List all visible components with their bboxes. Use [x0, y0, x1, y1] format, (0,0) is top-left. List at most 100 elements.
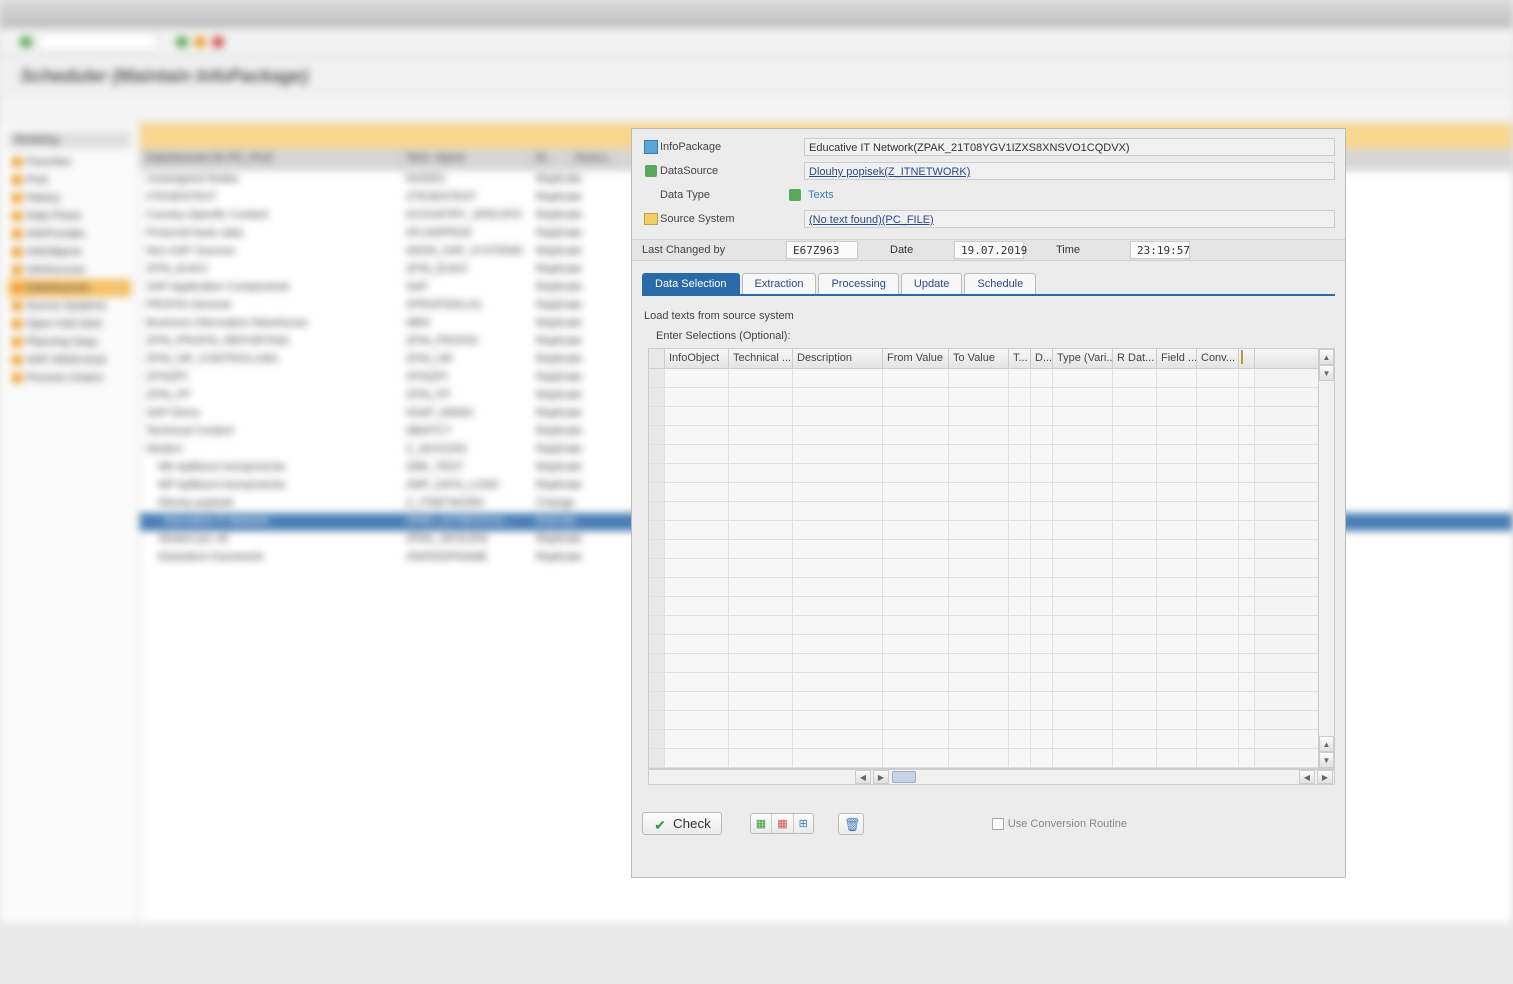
- table-row[interactable]: [649, 521, 1318, 540]
- check-button[interactable]: ✔ Check: [642, 812, 722, 835]
- icon-group-1: ▦ ▦ ⊞: [750, 813, 814, 834]
- col-infoobject[interactable]: InfoObject: [665, 349, 729, 368]
- tab-data-selection[interactable]: Data Selection: [642, 273, 740, 294]
- tabs: Data Selection Extraction Processing Upd…: [642, 273, 1335, 296]
- infopackage-icon: [644, 140, 658, 154]
- hscroll-left-icon[interactable]: ◀: [855, 770, 871, 784]
- table-row[interactable]: [649, 578, 1318, 597]
- table-row[interactable]: [649, 464, 1318, 483]
- row-sourcesystem: Source System (No text found)(PC_FILE): [642, 209, 1335, 229]
- scroll-down2-icon[interactable]: ▼: [1319, 752, 1334, 768]
- trash-icon: 🗑: [844, 817, 858, 831]
- table-row[interactable]: [649, 388, 1318, 407]
- hscroll-right-icon[interactable]: ▶: [873, 770, 889, 784]
- datatype-value: Texts: [804, 189, 834, 201]
- col-rdat[interactable]: R Dat...: [1113, 349, 1157, 368]
- date-label: Date: [884, 244, 928, 256]
- datasource-label: DataSource: [660, 165, 786, 177]
- bottom-toolbar: ✔ Check ▦ ▦ ⊞ 🗑 Use Conversion Routine: [642, 812, 1335, 835]
- table-row[interactable]: [649, 369, 1318, 388]
- col-technical[interactable]: Technical ...: [729, 349, 793, 368]
- table-row[interactable]: [649, 559, 1318, 578]
- tab-processing[interactable]: Processing: [818, 273, 898, 294]
- time-value: 23:19:57: [1130, 241, 1190, 259]
- tab-extraction[interactable]: Extraction: [742, 273, 817, 294]
- scroll-up-icon[interactable]: ▲: [1319, 349, 1334, 365]
- table-row[interactable]: [649, 654, 1318, 673]
- table-row[interactable]: [649, 597, 1318, 616]
- row-changedby: Last Changed by E67Z963 Date 19.07.2019 …: [632, 239, 1345, 261]
- col-d[interactable]: D...: [1031, 349, 1053, 368]
- table-row[interactable]: [649, 540, 1318, 559]
- horizontal-scrollbar[interactable]: ◀ ▶ ◀ ▶: [648, 769, 1335, 785]
- col-fromvalue[interactable]: From Value: [883, 349, 949, 368]
- sourcesystem-label: Source System: [660, 213, 786, 225]
- table-row[interactable]: [649, 407, 1318, 426]
- row-datasource: DataSource Dlouhy popisek(Z_ITNETWORK): [642, 161, 1335, 181]
- infopackage-label: InfoPackage: [660, 141, 786, 153]
- preview-icon: ▦: [756, 818, 766, 830]
- col-tovalue[interactable]: To Value: [949, 349, 1009, 368]
- vertical-scrollbar[interactable]: ▲ ▼ ▲ ▼: [1318, 349, 1334, 768]
- check-label: Check: [673, 816, 711, 831]
- table-row[interactable]: [649, 445, 1318, 464]
- grid-header: InfoObject Technical ... Description Fro…: [649, 349, 1318, 369]
- datasource-value[interactable]: Dlouhy popisek(Z_ITNETWORK): [804, 162, 1335, 180]
- tab-content: Load texts from source system Enter Sele…: [642, 306, 1335, 785]
- col-type[interactable]: Type (Vari...: [1053, 349, 1113, 368]
- table-row[interactable]: [649, 483, 1318, 502]
- use-conversion-checkbox[interactable]: Use Conversion Routine: [992, 818, 1127, 830]
- sourcesystem-icon: [644, 213, 658, 225]
- table-row[interactable]: [649, 426, 1318, 445]
- col-description[interactable]: Description: [793, 349, 883, 368]
- grid-body[interactable]: [649, 369, 1318, 768]
- table-row[interactable]: [649, 502, 1318, 521]
- table-row[interactable]: [649, 673, 1318, 692]
- check-icon: ✔: [653, 817, 667, 831]
- table-row[interactable]: [649, 711, 1318, 730]
- texts-icon: [789, 189, 801, 201]
- datatype-label: Data Type: [660, 189, 786, 201]
- col-field[interactable]: Field ...: [1157, 349, 1197, 368]
- preview-button[interactable]: ▦: [751, 814, 772, 833]
- filter-button[interactable]: ▦: [772, 814, 793, 833]
- sourcesystem-value[interactable]: (No text found)(PC_FILE): [804, 210, 1335, 228]
- scroll-track[interactable]: [1319, 381, 1334, 736]
- row-datatype: Data Type Texts: [642, 185, 1335, 205]
- hscroll-left2-icon[interactable]: ◀: [1299, 770, 1315, 784]
- infopackage-panel: InfoPackage Educative IT Network(ZPAK_21…: [631, 128, 1346, 878]
- hscroll-right2-icon[interactable]: ▶: [1317, 770, 1333, 784]
- selection-grid: InfoObject Technical ... Description Fro…: [648, 348, 1335, 769]
- scroll-down-icon[interactable]: ▼: [1319, 365, 1334, 381]
- table-row[interactable]: [649, 749, 1318, 768]
- changedby-value: E67Z963: [786, 241, 858, 259]
- table-row[interactable]: [649, 635, 1318, 654]
- scroll-up2-icon[interactable]: ▲: [1319, 736, 1334, 752]
- filter-icon: ▦: [777, 818, 787, 830]
- datasource-icon: [645, 165, 657, 177]
- time-label: Time: [1050, 244, 1094, 256]
- sub-instruction-text: Enter Selections (Optional):: [642, 326, 1335, 346]
- col-t[interactable]: T...: [1009, 349, 1031, 368]
- row-infopackage: InfoPackage Educative IT Network(ZPAK_21…: [642, 137, 1335, 157]
- tab-update[interactable]: Update: [901, 273, 962, 294]
- hscroll-thumb[interactable]: [892, 771, 916, 783]
- col-conv[interactable]: Conv...: [1197, 349, 1239, 368]
- table-row[interactable]: [649, 616, 1318, 635]
- date-value: 19.07.2019: [954, 241, 1024, 259]
- table-settings-icon: [1241, 350, 1243, 364]
- delete-button[interactable]: 🗑: [838, 813, 864, 835]
- layout-icon: ⊞: [799, 818, 808, 830]
- instruction-text: Load texts from source system: [642, 306, 1335, 326]
- col-settings[interactable]: [1239, 349, 1255, 368]
- table-row[interactable]: [649, 730, 1318, 749]
- use-conversion-label: Use Conversion Routine: [1008, 818, 1127, 830]
- table-row[interactable]: [649, 692, 1318, 711]
- layout-button[interactable]: ⊞: [794, 814, 813, 833]
- form-area: InfoPackage Educative IT Network(ZPAK_21…: [632, 129, 1345, 239]
- col-selector[interactable]: [649, 349, 665, 368]
- changedby-label: Last Changed by: [642, 244, 786, 256]
- infopackage-value[interactable]: Educative IT Network(ZPAK_21T08YGV1IZXS8…: [804, 138, 1335, 156]
- checkbox-box: [992, 818, 1004, 830]
- tab-schedule[interactable]: Schedule: [964, 273, 1036, 294]
